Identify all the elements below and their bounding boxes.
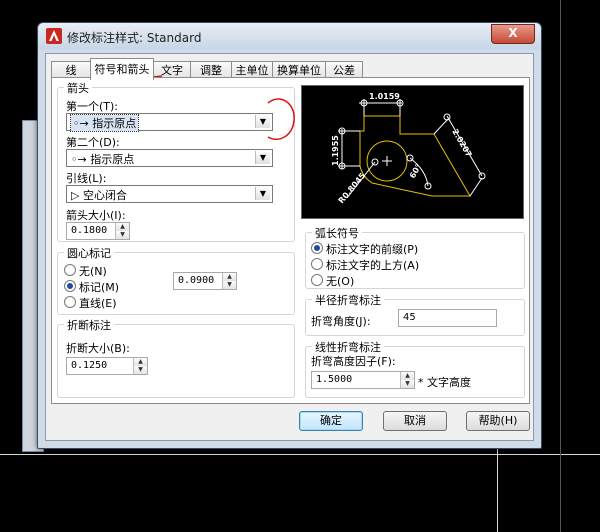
chevron-down-icon[interactable]: ▼	[255, 187, 270, 200]
tab-panel-symbols-arrows: 箭头 第一个(T): ◦→ 指示原点 ▼ 第二个(D): ◦→ 指示原点 ▼ 引…	[51, 77, 530, 404]
help-button[interactable]: 帮助(H)	[466, 411, 530, 431]
dialog-client: 线 符号和箭头 文字 调整 主单位 换算单位 公差 箭头 第一个(T): ◦→ …	[45, 53, 534, 441]
preview-dim-angle: 60°	[408, 162, 423, 180]
red-circle-annotation	[267, 98, 295, 141]
arc-above-radio[interactable]	[311, 258, 323, 270]
close-button[interactable]: X	[491, 24, 535, 44]
arc-none-radio[interactable]	[311, 274, 323, 286]
preview-pane: 1.0159 1.1955 2.0207 60° R0.8045	[301, 85, 524, 219]
dimension-preview-graphic: 1.0159 1.1955 2.0207 60° R0.8045	[331, 92, 486, 205]
spinner-value: 0.0900	[178, 275, 215, 286]
center-line-radio[interactable]	[64, 296, 76, 308]
center-none-label[interactable]: 无(N)	[79, 263, 107, 279]
preview-dim-top: 1.0159	[369, 92, 400, 101]
cancel-button[interactable]: 取消	[383, 411, 447, 431]
arc-prefix-label[interactable]: 标注文字的前缀(P)	[326, 241, 418, 257]
select-value: 指示原点	[90, 153, 135, 166]
dim-break-group: 折断标注 折断大小(B): 0.1250 ▲ ▼	[57, 317, 295, 398]
arrow-size-label: 箭头大小(I):	[66, 209, 126, 222]
group-title: 折断标注	[64, 317, 114, 333]
center-none-radio[interactable]	[64, 264, 76, 276]
preview-dim-left: 1.1955	[331, 135, 340, 166]
drawing-line	[0, 454, 600, 455]
second-arrow-select[interactable]: ◦→ 指示原点 ▼	[66, 149, 273, 167]
leader-label: 引线(L):	[66, 172, 107, 185]
jog-angle-input[interactable]: 45	[398, 309, 497, 327]
dialog-window: 修改标注样式: Standard X 线 符号和箭头 文字 调整 主单位 换算单…	[37, 22, 542, 449]
group-title: 弧长符号	[312, 225, 362, 241]
select-value: 空心闭合	[82, 189, 127, 202]
jog-factor-label: 折弯高度因子(F):	[311, 355, 396, 368]
spinner-value: 1.5000	[316, 374, 353, 385]
ok-button[interactable]: 确定	[299, 411, 363, 431]
center-line-label[interactable]: 直线(E)	[79, 295, 117, 311]
spin-down-button[interactable]: ▼	[401, 380, 414, 388]
arrow-size-spinner[interactable]: 0.1800 ▲ ▼	[66, 222, 130, 240]
jog-angle-label: 折弯角度(J):	[311, 315, 371, 328]
leader-select[interactable]: ▷ 空心闭合 ▼	[66, 185, 273, 203]
group-title: 圆心标记	[64, 245, 114, 261]
input-value: 45	[403, 312, 416, 323]
linear-jog-group: 线性折弯标注 折弯高度因子(F): 1.5000 ▲ ▼ * 文字高度	[305, 339, 525, 398]
first-arrow-label: 第一个(T):	[66, 100, 119, 113]
break-size-spinner[interactable]: 0.1250 ▲ ▼	[66, 357, 148, 375]
chevron-down-icon[interactable]: ▼	[255, 151, 270, 164]
arc-length-group: 弧长符号 标注文字的前缀(P) 标注文字的上方(A) 无(O)	[305, 225, 525, 289]
spin-down-button[interactable]: ▼	[116, 231, 129, 239]
group-title: 半径折弯标注	[312, 292, 384, 308]
jog-factor-spinner[interactable]: 1.5000 ▲ ▼	[311, 371, 415, 389]
center-size-spinner[interactable]: 0.0900 ▲ ▼	[173, 272, 237, 290]
second-arrow-label: 第二个(D):	[66, 136, 120, 149]
preview-dim-radius: R0.8045	[337, 171, 368, 205]
origin-indicator-icon: ◦→	[71, 153, 87, 166]
select-value: 指示原点	[92, 117, 137, 130]
arc-prefix-radio[interactable]	[311, 242, 323, 254]
first-arrow-select[interactable]: ◦→ 指示原点 ▼	[66, 113, 273, 132]
radius-jog-group: 半径折弯标注 折弯角度(J): 45	[305, 292, 525, 336]
spinner-value: 0.1800	[71, 225, 108, 236]
break-size-label: 折断大小(B):	[66, 342, 130, 355]
center-mark-radio[interactable]	[64, 280, 76, 292]
preview-dim-right: 2.0207	[450, 128, 473, 159]
title-bar[interactable]: 修改标注样式: Standard X	[38, 23, 541, 49]
autocad-app-icon	[46, 28, 62, 44]
spinner-value: 0.1250	[71, 360, 108, 371]
drawing-line	[560, 0, 561, 532]
origin-indicator-icon: ◦→	[73, 117, 89, 130]
arc-none-label[interactable]: 无(O)	[326, 273, 354, 289]
spin-down-button[interactable]: ▼	[134, 366, 147, 374]
tab-symbols-arrows[interactable]: 符号和箭头	[90, 58, 154, 80]
spin-down-button[interactable]: ▼	[223, 281, 236, 289]
closed-blank-arrow-icon: ▷	[71, 189, 80, 202]
group-title: 箭头	[64, 80, 92, 96]
center-mark-label[interactable]: 标记(M)	[79, 279, 119, 295]
drawing-line	[497, 440, 498, 532]
text-height-suffix: * 文字高度	[418, 376, 471, 389]
window-title: 修改标注样式: Standard	[67, 31, 202, 45]
center-marks-group: 圆心标记 无(N) 标记(M) 直线(E) 0.0900 ▲ ▼	[57, 245, 295, 315]
arc-above-label[interactable]: 标注文字的上方(A)	[326, 257, 419, 273]
